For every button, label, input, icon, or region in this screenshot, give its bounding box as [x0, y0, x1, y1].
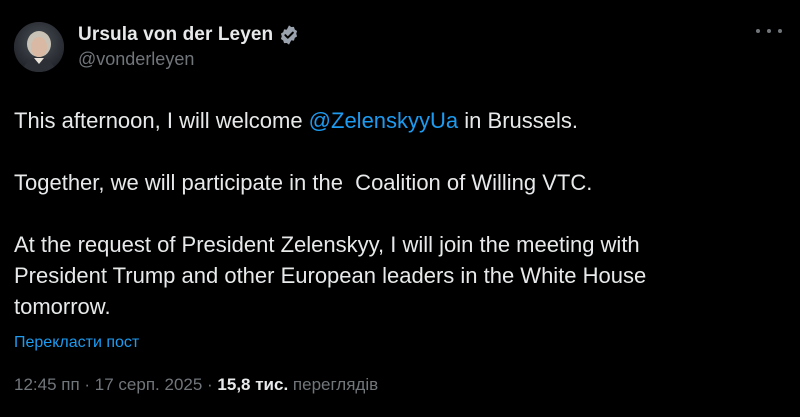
author-names: Ursula von der Leyen @vonderleyen — [78, 24, 300, 70]
name-row: Ursula von der Leyen — [78, 24, 300, 46]
tweet-card: Ursula von der Leyen @vonderleyen This a… — [0, 0, 800, 417]
meta-separator: · — [202, 375, 218, 394]
avatar-image — [14, 22, 64, 72]
tweet-paragraph-3-line-1: At the request of President Zelenskyy, I… — [14, 232, 640, 257]
tweet-text-segment: in Brussels. — [458, 108, 578, 133]
tweet-paragraph-2: Together, we will participate in the Coa… — [14, 170, 593, 195]
translate-post-link[interactable]: Перекласти пост — [14, 334, 786, 352]
mention-link[interactable]: @ZelenskyyUa — [309, 108, 459, 133]
more-dot-icon — [767, 29, 771, 33]
handle[interactable]: @vonderleyen — [78, 49, 300, 70]
tweet-header: Ursula von der Leyen @vonderleyen — [14, 18, 786, 76]
tweet-date[interactable]: 17 серп. 2025 — [95, 375, 203, 395]
tweet-paragraph-1: This afternoon, I will welcome @Zelensky… — [14, 105, 774, 136]
verified-badge-icon[interactable] — [278, 24, 300, 46]
tweet-text: This afternoon, I will welcome @Zelensky… — [14, 105, 774, 322]
views-label: переглядів — [288, 375, 379, 394]
tweet-text-segment: This afternoon, I will welcome — [14, 108, 309, 133]
tweet-time[interactable]: 12:45 пп — [14, 375, 80, 395]
more-dot-icon — [778, 29, 782, 33]
more-dot-icon — [756, 29, 760, 33]
views-count: 15,8 тис. — [217, 375, 289, 394]
avatar[interactable] — [14, 22, 64, 72]
meta-separator: · — [79, 375, 95, 394]
tweet-meta: 12:45 пп · 17 серп. 2025 · 15,8 тис. пер… — [14, 375, 378, 395]
display-name[interactable]: Ursula von der Leyen — [78, 24, 273, 46]
more-options-button[interactable] — [756, 24, 782, 38]
tweet-paragraph-3-line-2: President Trump and other European leade… — [14, 263, 647, 288]
tweet-paragraph-3-line-3: tomorrow. — [14, 294, 111, 319]
